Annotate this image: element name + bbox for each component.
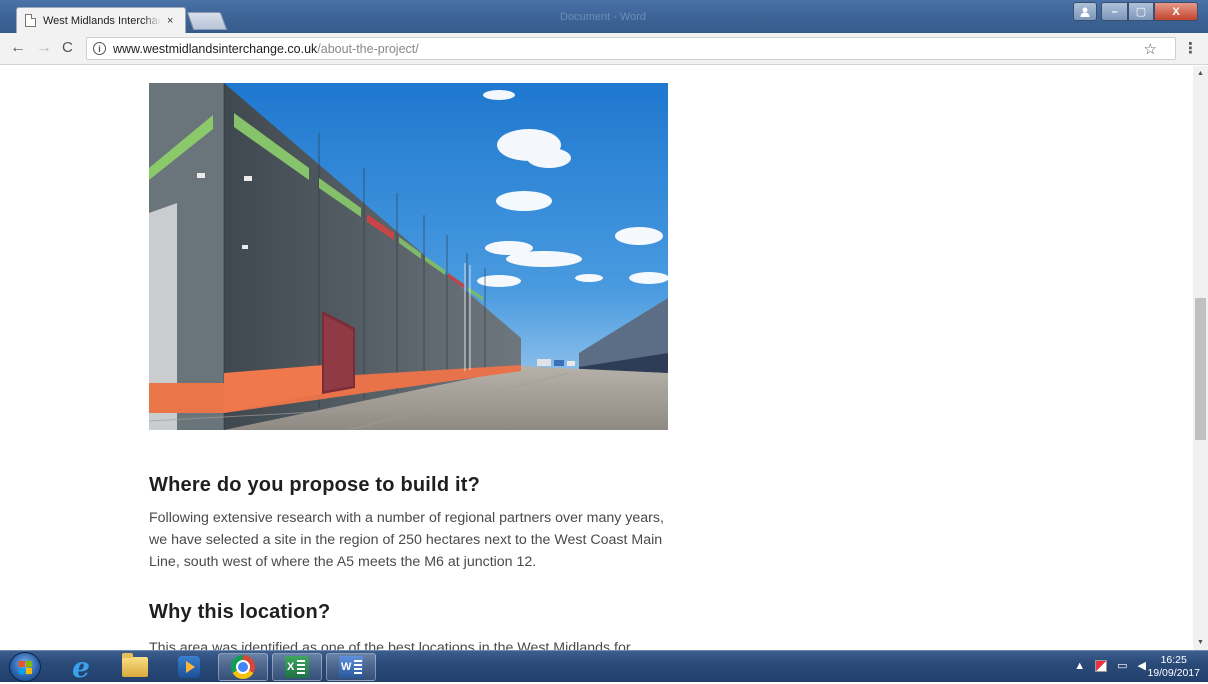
browser-menu-icon[interactable]: ⋮ bbox=[1183, 39, 1198, 57]
section-body-where: Following extensive research with a numb… bbox=[149, 510, 664, 570]
site-info-icon[interactable]: i bbox=[93, 42, 106, 55]
clock-date: 19/09/2017 bbox=[1147, 667, 1200, 679]
scroll-down-arrow-icon[interactable]: ▼ bbox=[1193, 635, 1208, 650]
taskbar-excel[interactable]: X bbox=[272, 653, 322, 681]
taskbar-ie[interactable]: e bbox=[56, 650, 106, 684]
tab-close-icon[interactable]: × bbox=[167, 15, 173, 27]
taskbar-word[interactable]: W bbox=[326, 653, 376, 681]
maximize-button[interactable]: ▢ bbox=[1128, 2, 1154, 21]
tab-title: West Midlands Interchange bbox=[43, 14, 161, 27]
action-center-flag-icon[interactable] bbox=[1095, 659, 1108, 672]
page-icon bbox=[25, 14, 36, 27]
media-player-icon bbox=[178, 656, 200, 678]
vertical-scrollbar[interactable]: ▲ ▼ bbox=[1193, 66, 1208, 650]
bookmark-star-icon[interactable]: ☆ bbox=[1144, 40, 1157, 58]
page-viewport: Where do you propose to build it? Follow… bbox=[0, 66, 1193, 650]
back-arrow-icon[interactable]: ← bbox=[10, 39, 26, 57]
close-window-button[interactable]: X bbox=[1154, 2, 1198, 21]
taskbar-clock[interactable]: 16:25 19/09/2017 bbox=[1147, 654, 1200, 680]
network-icon[interactable]: ▭ bbox=[1117, 659, 1127, 672]
forward-arrow-icon[interactable]: → bbox=[36, 39, 52, 57]
folder-icon bbox=[122, 653, 148, 677]
url-host: www.westmidlandsinterchange.co.uk bbox=[113, 41, 318, 56]
clock-time: 16:25 bbox=[1160, 654, 1187, 666]
system-tray: ▲ ▭ ◀ bbox=[1074, 659, 1146, 672]
start-button[interactable] bbox=[9, 652, 41, 682]
window-titlebar: West Midlands Interchange × Document - W… bbox=[0, 0, 1208, 33]
browser-toolbar: ← → C i www.westmidlandsinterchange.co.u… bbox=[0, 33, 1208, 65]
window-controls: – ▢ X bbox=[1073, 2, 1198, 21]
window-title: Document - Word bbox=[560, 11, 646, 23]
reload-icon[interactable]: C bbox=[62, 39, 73, 56]
taskbar-chrome[interactable] bbox=[218, 653, 268, 681]
warehouse-image bbox=[149, 83, 668, 430]
section-body-why: This area was identified as one of the b… bbox=[149, 640, 631, 650]
address-bar[interactable]: i www.westmidlandsinterchange.co.uk /abo… bbox=[86, 37, 1176, 60]
excel-letter: X bbox=[287, 661, 295, 673]
word-letter: W bbox=[341, 661, 352, 673]
minimize-button[interactable]: – bbox=[1101, 2, 1128, 21]
taskbar-media-player[interactable] bbox=[164, 653, 214, 681]
url-path: /about-the-project/ bbox=[317, 41, 419, 56]
show-hidden-icons-icon[interactable]: ▲ bbox=[1074, 660, 1085, 672]
taskbar-explorer[interactable] bbox=[110, 653, 160, 681]
windows-taskbar: e X W ▲ ▭ ◀ 16:25 19/09/2017 bbox=[0, 650, 1208, 684]
new-tab-button[interactable] bbox=[186, 12, 228, 30]
scroll-up-arrow-icon[interactable]: ▲ bbox=[1193, 66, 1208, 81]
warehouse-photo bbox=[149, 83, 668, 430]
user-profile-button[interactable] bbox=[1073, 2, 1097, 21]
scrollbar-thumb[interactable] bbox=[1195, 298, 1206, 440]
chrome-icon bbox=[231, 655, 255, 679]
internet-explorer-icon: e bbox=[72, 650, 90, 684]
browser-tab[interactable]: West Midlands Interchange × bbox=[16, 7, 186, 33]
section-heading-why: Why this location? bbox=[149, 601, 331, 623]
windows-logo-icon bbox=[19, 661, 32, 674]
volume-icon[interactable]: ◀ bbox=[1138, 659, 1146, 672]
section-heading-where: Where do you propose to build it? bbox=[149, 474, 481, 496]
word-icon: W bbox=[339, 656, 363, 678]
excel-icon: X bbox=[285, 656, 309, 678]
user-icon bbox=[1080, 7, 1090, 17]
